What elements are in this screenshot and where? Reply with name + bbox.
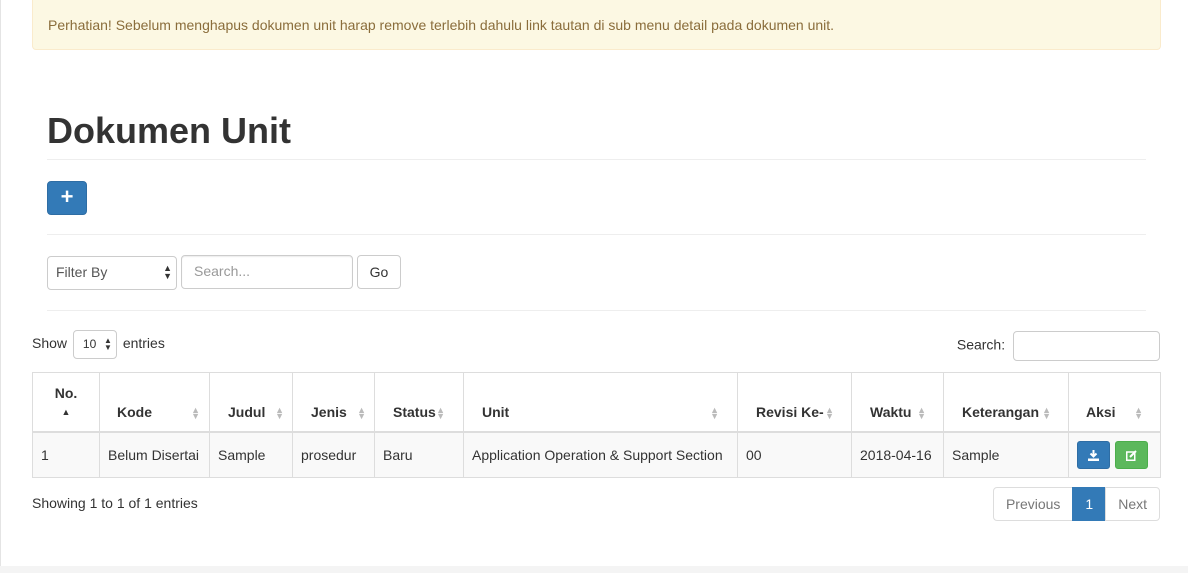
download-button[interactable] <box>1077 440 1110 469</box>
sort-icon: ▲ ▼ <box>710 404 719 421</box>
cell-judul: Sample <box>209 431 293 478</box>
divider <box>47 159 1146 160</box>
column-header-unit[interactable]: Unit ▲ ▼ <box>463 372 738 433</box>
column-header-waktu[interactable]: Waktu ▲ ▼ <box>851 372 944 433</box>
download-icon <box>1088 450 1099 462</box>
entries-length-control: Show 10 ▲ ▼ entries <box>32 330 165 359</box>
column-header-kode[interactable]: Kode ▲ ▼ <box>99 372 210 433</box>
filter-by-label: Filter By <box>56 264 108 280</box>
sort-icon: ▲ ▼ <box>917 404 926 421</box>
divider <box>47 310 1146 311</box>
show-label: Show <box>32 335 68 352</box>
divider <box>47 234 1146 235</box>
sort-icon: ▲ ▼ <box>357 404 366 421</box>
cell-revisi: 00 <box>737 431 852 478</box>
sort-icon: ▲ ▼ <box>191 404 200 421</box>
sort-asc-icon: ▲ <box>61 407 71 417</box>
column-header-aksi[interactable]: Aksi ▲ ▼ <box>1068 372 1161 433</box>
table-header-row: No. ▲ Kode ▲ ▼ Judul ▲ ▼ Jenis ▲ ▼ Status <box>32 372 1161 433</box>
filter-search-input[interactable]: Search... <box>181 255 353 289</box>
go-button[interactable]: Go <box>357 255 401 289</box>
table-search: Search: <box>957 331 1160 361</box>
next-page-button[interactable]: Next <box>1105 487 1160 521</box>
page: Perhatian! Sebelum menghapus dokumen uni… <box>0 0 1188 566</box>
select-arrows-icon: ▲ ▼ <box>104 336 112 352</box>
sort-icon: ▲ ▼ <box>1134 404 1143 421</box>
column-header-keterangan[interactable]: Keterangan ▲ ▼ <box>943 372 1069 433</box>
table-row: 1 Belum Disertai Sample prosedur Baru Ap… <box>32 431 1161 478</box>
edit-icon <box>1125 450 1137 462</box>
table-search-input[interactable] <box>1013 331 1160 361</box>
entries-length-value: 10 <box>82 337 97 351</box>
entries-label: entries <box>122 335 165 352</box>
select-arrows-icon: ▲ ▼ <box>163 263 172 281</box>
page-title: Dokumen Unit <box>47 110 292 151</box>
table-info: Showing 1 to 1 of 1 entries <box>32 495 198 511</box>
cell-unit: Application Operation & Support Section <box>463 431 738 478</box>
column-header-status[interactable]: Status ▲ ▼ <box>374 372 464 433</box>
cell-aksi <box>1068 431 1161 478</box>
cell-status: Baru <box>374 431 464 478</box>
sort-icon: ▲ ▼ <box>1042 404 1051 421</box>
cell-no: 1 <box>32 431 100 478</box>
search-placeholder: Search... <box>194 263 251 279</box>
column-header-no[interactable]: No. ▲ <box>32 372 100 433</box>
alert-text: Perhatian! Sebelum menghapus dokumen uni… <box>48 17 835 33</box>
table-search-label: Search: <box>956 336 1006 353</box>
cell-keterangan: Sample <box>943 431 1069 478</box>
filter-by-select[interactable]: Filter By ▲ ▼ <box>47 256 177 290</box>
pagination: Previous 1 Next <box>992 487 1160 521</box>
cell-waktu: 2018-04-16 <box>851 431 944 478</box>
documents-table: No. ▲ Kode ▲ ▼ Judul ▲ ▼ Jenis ▲ ▼ Status <box>32 372 1161 478</box>
warning-alert: Perhatian! Sebelum menghapus dokumen uni… <box>32 0 1161 50</box>
page-1-button[interactable]: 1 <box>1072 487 1107 521</box>
entries-length-select[interactable]: 10 ▲ ▼ <box>72 330 117 359</box>
sort-icon: ▲ ▼ <box>825 404 834 421</box>
column-header-revisi[interactable]: Revisi Ke- ▲ ▼ <box>737 372 852 433</box>
cell-kode: Belum Disertai <box>99 431 210 478</box>
edit-button[interactable] <box>1114 440 1148 469</box>
add-document-button[interactable]: + <box>47 181 87 215</box>
plus-icon: + <box>60 184 74 209</box>
sort-icon: ▲ ▼ <box>275 404 284 421</box>
sort-icon: ▲ ▼ <box>436 404 445 421</box>
cell-jenis: prosedur <box>292 431 375 478</box>
column-header-judul[interactable]: Judul ▲ ▼ <box>209 372 293 433</box>
previous-page-button[interactable]: Previous <box>992 487 1074 521</box>
column-header-jenis[interactable]: Jenis ▲ ▼ <box>292 372 375 433</box>
